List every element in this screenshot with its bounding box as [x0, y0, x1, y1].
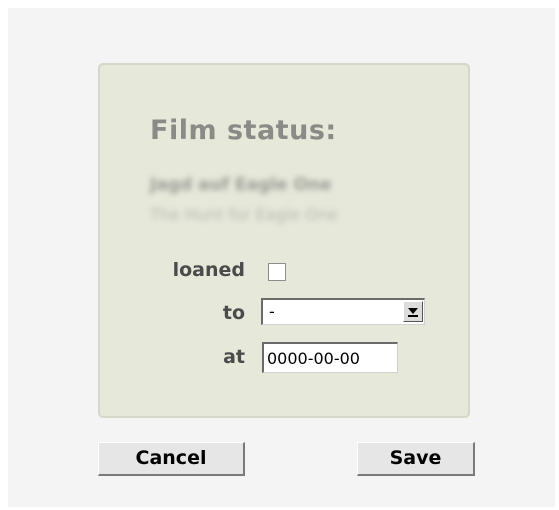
chevron-down-icon [408, 308, 418, 314]
chevron-underline [408, 315, 418, 317]
dialog-title: Film status: [150, 115, 337, 146]
film-subtitle: The Hunt for Eagle One [150, 205, 338, 224]
date-input[interactable] [262, 342, 398, 373]
loaned-label: loaned [172, 259, 245, 281]
cancel-button[interactable]: Cancel [98, 442, 245, 476]
dropdown-button[interactable] [403, 301, 423, 322]
save-button[interactable]: Save [357, 442, 475, 476]
at-label: at [223, 346, 245, 368]
to-select-value: - [269, 302, 275, 321]
loaned-checkbox[interactable] [268, 263, 286, 281]
to-label: to [222, 302, 245, 324]
film-title: Jagd auf Eagle One [150, 175, 332, 195]
to-select[interactable]: - [261, 298, 425, 325]
film-status-card: Film status: Jagd auf Eagle One The Hunt… [98, 63, 470, 418]
